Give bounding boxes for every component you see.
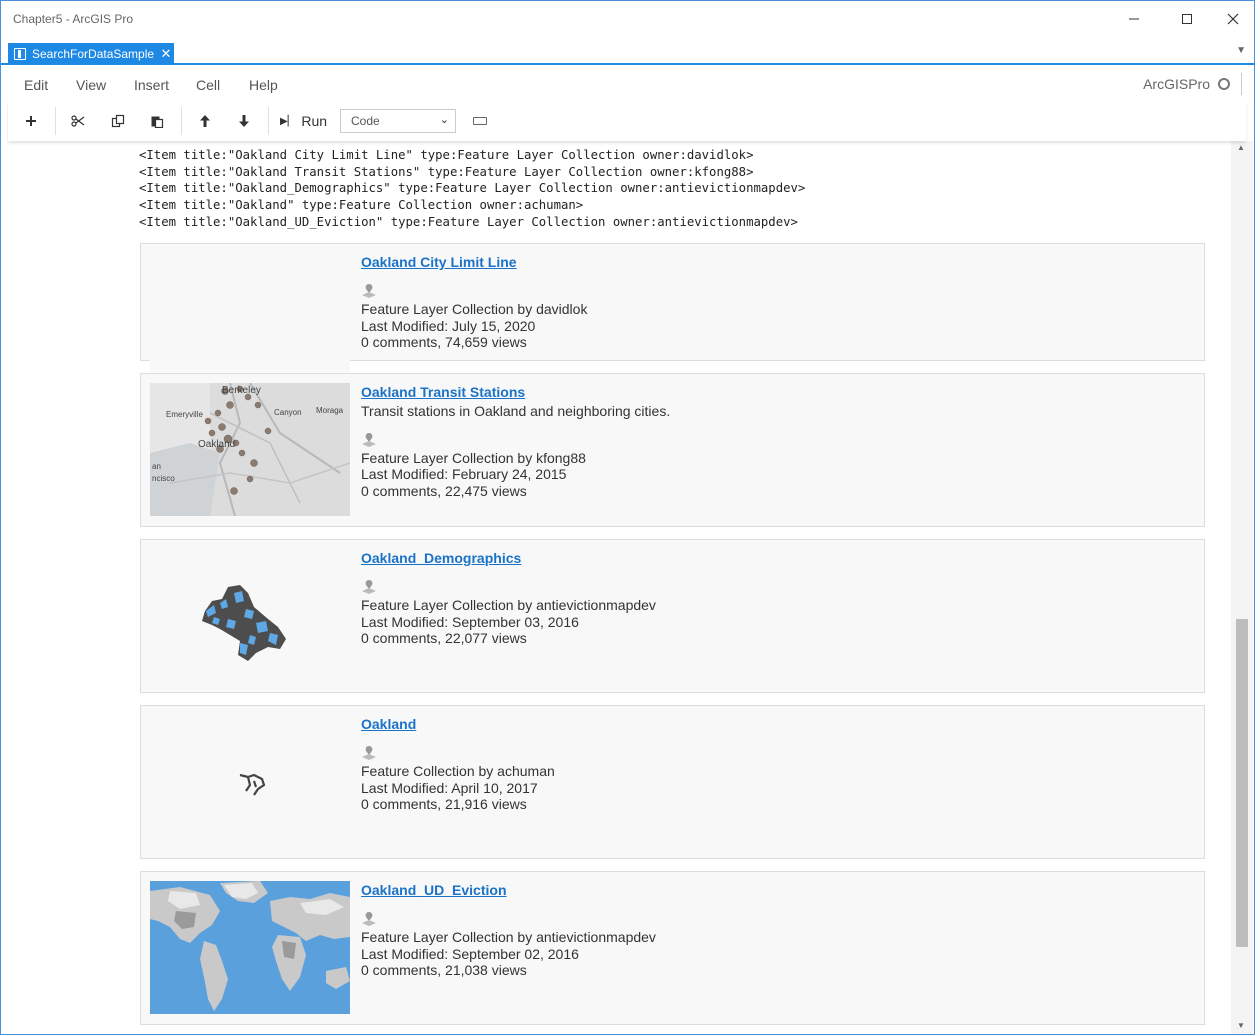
cell-type-select[interactable]: Code ⌄ bbox=[340, 109, 456, 133]
menu-edit[interactable]: Edit bbox=[24, 77, 48, 93]
item-stats: 0 comments, 74,659 views bbox=[361, 334, 527, 351]
run-button[interactable]: ▶▏ Run bbox=[280, 109, 327, 133]
feature-layer-icon bbox=[362, 283, 376, 298]
document-tab-strip: SearchForDataSample ✕ ▼ bbox=[1, 37, 1254, 65]
item-card: Berkeley Emeryville Canyon Moraga Oaklan… bbox=[140, 373, 1205, 527]
copy-icon[interactable] bbox=[102, 109, 134, 133]
item-title-link[interactable]: Oakland bbox=[361, 716, 555, 733]
output-line: <Item title:"Oakland" type:Feature Colle… bbox=[139, 198, 584, 213]
item-stats: 0 comments, 21,916 views bbox=[361, 796, 527, 813]
chevron-down-icon: ⌄ bbox=[439, 114, 449, 126]
output-line: <Item title:"Oakland_Demographics" type:… bbox=[139, 181, 806, 196]
map-label: ncisco bbox=[152, 474, 175, 483]
tab-list-chevron-icon[interactable]: ▼ bbox=[1236, 45, 1246, 56]
item-type-owner: Feature Layer Collection by antieviction… bbox=[361, 928, 656, 945]
item-stats: 0 comments, 22,077 views bbox=[361, 630, 527, 647]
item-stats: 0 comments, 22,475 views bbox=[361, 483, 527, 500]
item-title-link[interactable]: Oakland Transit Stations bbox=[361, 384, 670, 401]
feature-layer-icon bbox=[362, 432, 376, 447]
tab-label: SearchForDataSample bbox=[32, 47, 155, 61]
item-title-link[interactable]: Oakland_Demographics bbox=[361, 550, 656, 567]
outline-map-thumbnail bbox=[239, 773, 266, 796]
item-type-owner: Feature Layer Collection by davidlok bbox=[361, 300, 588, 317]
output-line: <Item title:"Oakland City Limit Line" ty… bbox=[139, 148, 754, 162]
map-label: Moraga bbox=[316, 406, 344, 415]
item-thumbnail bbox=[150, 549, 350, 682]
item-snippet: Transit stations in Oakland and neighbor… bbox=[361, 402, 671, 419]
item-type-owner: Feature Layer Collection by antieviction… bbox=[361, 596, 656, 613]
item-modified: Last Modified: September 03, 2016 bbox=[361, 613, 579, 630]
item-card: Oakland_UD_Eviction Feature Layer Collec… bbox=[140, 871, 1205, 1025]
scrollbar-thumb[interactable] bbox=[1236, 619, 1248, 947]
move-down-icon[interactable] bbox=[228, 109, 260, 133]
feature-layer-icon bbox=[362, 579, 376, 594]
notebook-icon bbox=[14, 48, 26, 60]
item-type-owner: Feature Collection by achuman bbox=[361, 762, 555, 779]
run-icon: ▶▏ bbox=[280, 115, 296, 127]
vertical-scrollbar[interactable]: ▲ ▼ bbox=[1231, 141, 1253, 1034]
item-modified: Last Modified: April 10, 2017 bbox=[361, 779, 538, 796]
item-card: Oakland_Demographics Feature Layer Colle… bbox=[140, 539, 1205, 693]
output-line: <Item title:"Oakland_UD_Eviction" type:F… bbox=[139, 214, 798, 229]
map-label: an bbox=[152, 462, 161, 471]
map-label: Canyon bbox=[274, 408, 302, 417]
item-thumbnail bbox=[150, 253, 350, 386]
divider bbox=[55, 107, 56, 135]
arcgis-pro-window: Chapter5 - ArcGIS Pro SearchForDataSampl… bbox=[0, 0, 1255, 1035]
demographics-map-thumbnail bbox=[202, 585, 286, 661]
maximize-icon[interactable] bbox=[1164, 7, 1210, 31]
item-modified: Last Modified: September 02, 2016 bbox=[361, 945, 579, 962]
menu-cell[interactable]: Cell bbox=[196, 77, 220, 93]
cell-type-value: Code bbox=[351, 114, 380, 128]
item-card: Oakland Feature Collection by achuman La… bbox=[140, 705, 1205, 859]
menu-insert[interactable]: Insert bbox=[134, 77, 169, 93]
notebook-menubar: Edit View Insert Cell Help ArcGISPro bbox=[8, 67, 1246, 101]
window-title: Chapter5 - ArcGIS Pro bbox=[13, 12, 134, 26]
item-modified: Last Modified: February 24, 2015 bbox=[361, 466, 567, 483]
minimize-icon[interactable] bbox=[1111, 7, 1157, 31]
kernel-name: ArcGISPro bbox=[1143, 76, 1210, 92]
item-thumbnail bbox=[150, 881, 350, 1014]
scroll-up-icon[interactable]: ▲ bbox=[1237, 143, 1245, 152]
kernel-status-icon bbox=[1218, 78, 1230, 90]
item-thumbnail: Berkeley Emeryville Canyon Moraga Oaklan… bbox=[150, 383, 350, 516]
divider bbox=[181, 107, 182, 135]
feature-layer-icon bbox=[362, 911, 376, 926]
item-stats: 0 comments, 21,038 views bbox=[361, 962, 527, 979]
transit-map-thumbnail: Berkeley Emeryville Canyon Moraga Oaklan… bbox=[150, 383, 350, 516]
divider bbox=[268, 107, 269, 135]
item-thumbnail bbox=[150, 715, 350, 848]
move-up-icon[interactable] bbox=[189, 109, 221, 133]
output-line: <Item title:"Oakland Transit Stations" t… bbox=[139, 164, 754, 179]
menu-help[interactable]: Help bbox=[249, 77, 278, 93]
item-type-owner: Feature Layer Collection by kfong88 bbox=[361, 449, 586, 466]
title-bar: Chapter5 - ArcGIS Pro bbox=[1, 1, 1254, 37]
map-label: Emeryville bbox=[166, 410, 203, 419]
menu-view[interactable]: View bbox=[76, 77, 106, 93]
paste-icon[interactable] bbox=[141, 109, 173, 133]
divider bbox=[1241, 73, 1242, 95]
search-results-output: <Item title:"Oakland City Limit Line" ty… bbox=[139, 147, 805, 231]
cut-icon[interactable] bbox=[62, 109, 94, 133]
item-title-link[interactable]: Oakland City Limit Line bbox=[361, 254, 587, 271]
item-title-link[interactable]: Oakland_UD_Eviction bbox=[361, 882, 656, 899]
item-modified: Last Modified: July 15, 2020 bbox=[361, 317, 536, 334]
map-label: Berkeley bbox=[222, 385, 261, 396]
item-card: Oakland City Limit Line Feature Layer Co… bbox=[140, 243, 1205, 386]
notebook-output-area: <Item title:"Oakland City Limit Line" ty… bbox=[8, 141, 1230, 1034]
run-label: Run bbox=[301, 113, 328, 129]
scroll-down-icon[interactable]: ▼ bbox=[1237, 1021, 1245, 1030]
world-map-thumbnail bbox=[150, 881, 350, 1014]
tab-search-for-data-sample[interactable]: SearchForDataSample ✕ bbox=[8, 43, 174, 65]
feature-layer-icon bbox=[362, 745, 376, 760]
keyboard-icon[interactable] bbox=[468, 109, 492, 133]
notebook-toolbar: ▶▏ Run Code ⌄ bbox=[8, 101, 1246, 141]
map-label: Oakland bbox=[198, 439, 235, 450]
close-icon[interactable] bbox=[1210, 7, 1255, 31]
plus-icon[interactable] bbox=[15, 109, 47, 133]
tab-close-icon[interactable]: ✕ bbox=[158, 46, 174, 62]
